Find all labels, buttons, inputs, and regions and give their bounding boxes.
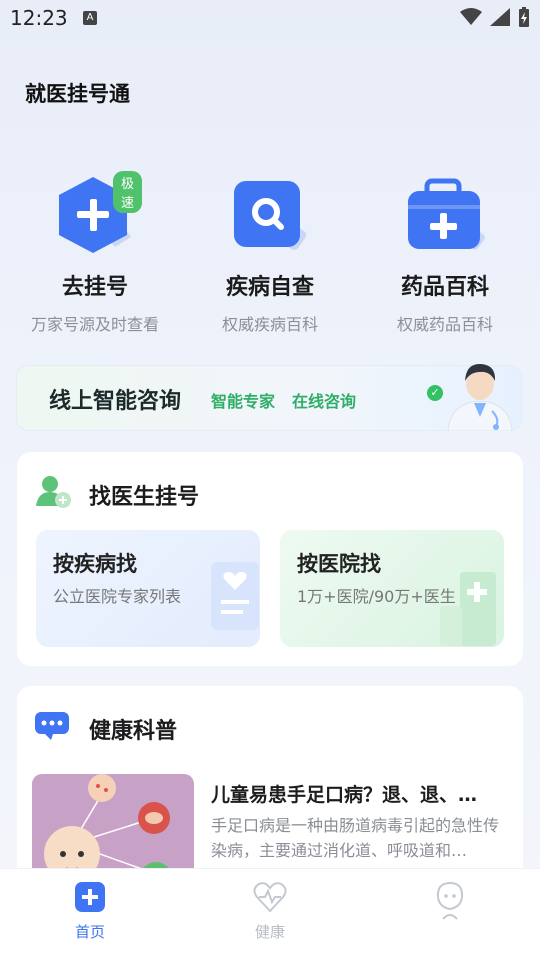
- find-by-hospital-title: 按医院找: [297, 552, 381, 576]
- home-plus-icon: [75, 882, 105, 912]
- quick-action-sub: 权威疾病百科: [221, 315, 318, 334]
- chat-bubble-icon: [35, 712, 69, 740]
- notification-icon: A: [83, 11, 97, 25]
- quick-action-label: 药品百科: [400, 275, 489, 300]
- medicine-kit-icon: [408, 178, 485, 250]
- profile-icon: [436, 881, 464, 920]
- find-by-disease-card[interactable]: 按疾病找 公立医院专家列表: [36, 530, 260, 647]
- speed-badge: 极速: [113, 171, 143, 213]
- tab-health[interactable]: 健康: [230, 881, 310, 942]
- find-by-disease-desc: 公立医院专家列表: [53, 587, 182, 606]
- article-desc: 手足口病是一种由肠道病毒引起的急性传染病，主要通过消化道、呼吸道和…: [211, 816, 500, 860]
- quick-action-disease-check[interactable]: 疾病自查 权威疾病百科: [185, 175, 355, 335]
- find-by-disease-title: 按疾病找: [53, 552, 137, 576]
- battery-icon: [519, 7, 529, 27]
- find-doctor-card: 找医生挂号 按疾病找 公立医院专家列表 按医院找 1万+医院/90万+医生: [17, 452, 523, 666]
- heart-pulse-icon: [253, 882, 287, 913]
- quick-action-label: 去挂号: [61, 275, 128, 300]
- quick-action-sub: 权威药品百科: [396, 315, 493, 334]
- quick-action-register[interactable]: 极速 去挂号 万家号源及时查看: [10, 171, 180, 335]
- tab-label: 首页: [74, 923, 105, 941]
- online-consult-banner[interactable]: 线上智能咨询 智能专家 在线咨询 ✓: [16, 363, 522, 431]
- heart-document-icon: [211, 562, 259, 630]
- doctor-user-icon: [36, 476, 71, 508]
- consult-title: 线上智能咨询: [49, 389, 182, 414]
- quick-action-label: 疾病自查: [225, 275, 314, 300]
- find-by-hospital-card[interactable]: 按医院找 1万+医院/90万+医生: [280, 530, 504, 647]
- tab-label: 健康: [254, 923, 285, 941]
- health-science-title: 健康科普: [89, 719, 178, 744]
- quick-action-medicine[interactable]: 药品百科 权威药品百科: [360, 175, 530, 335]
- find-by-hospital-desc: 1万+医院/90万+医生: [297, 587, 456, 606]
- consult-tag: 在线咨询: [292, 392, 357, 411]
- article-title[interactable]: 儿童易患手足口病？退、退、…: [211, 780, 511, 807]
- status-time: 12:23: [10, 6, 68, 30]
- find-doctor-title: 找医生挂号: [89, 485, 200, 510]
- quick-action-sub: 万家号源及时查看: [30, 315, 159, 334]
- consult-tag: 智能专家: [211, 392, 276, 411]
- tab-home[interactable]: 首页: [50, 881, 130, 942]
- hospital-building-icon: [440, 572, 496, 646]
- doctor-avatar-icon: [447, 363, 513, 431]
- bottom-tab-bar: 首页 健康: [0, 868, 540, 961]
- wifi-icon: [460, 8, 482, 25]
- app-title: 就医挂号通: [25, 82, 130, 106]
- signal-icon: [490, 8, 510, 26]
- search-icon: [234, 181, 307, 250]
- tab-profile[interactable]: [410, 881, 490, 925]
- health-science-card: 健康科普 儿童易患手足口病？退、退、… 手足口病是一种由肠道病毒引起的急性传染病…: [17, 686, 523, 886]
- status-bar: 12:23 A: [0, 0, 540, 36]
